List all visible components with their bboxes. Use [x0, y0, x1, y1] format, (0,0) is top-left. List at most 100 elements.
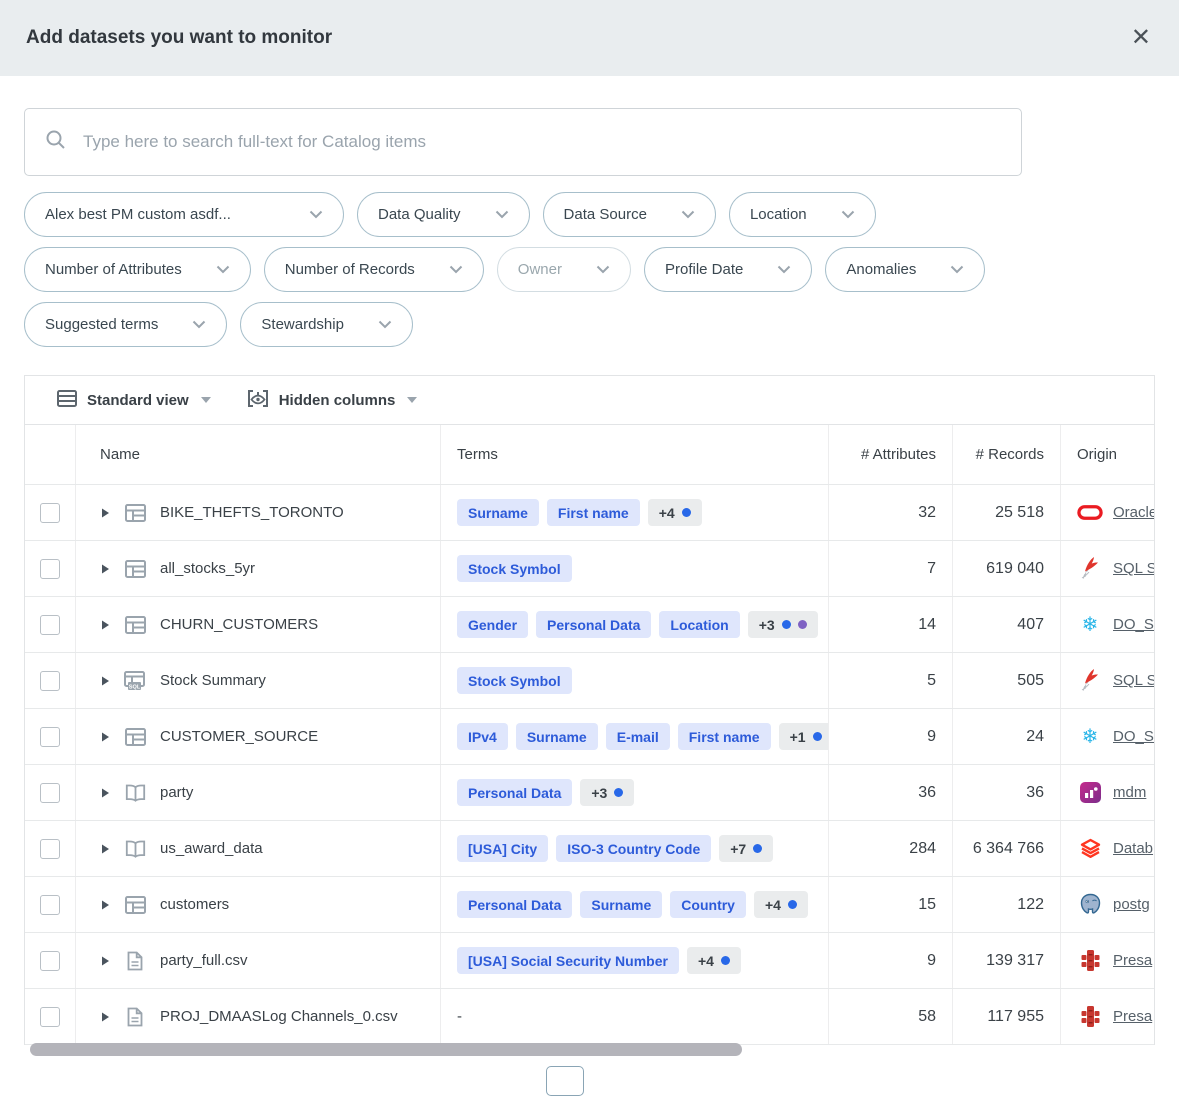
filter-chip[interactable]: Number of Attributes — [24, 247, 251, 292]
column-header-name[interactable]: Name — [76, 425, 441, 484]
origin-link[interactable]: DO_Sn — [1113, 728, 1154, 745]
term-chip[interactable]: Surname — [457, 499, 539, 526]
pagination-button[interactable] — [546, 1066, 584, 1096]
filter-chip[interactable]: Location — [729, 192, 876, 237]
header-checkbox-cell — [25, 425, 76, 484]
term-chip[interactable]: [USA] City — [457, 835, 548, 862]
filter-chip[interactable]: Profile Date — [644, 247, 812, 292]
table-row[interactable]: PROJ_DMAASLog Channels_0.csv - 58 117 95… — [25, 989, 1154, 1045]
expand-row-icon[interactable] — [100, 955, 110, 967]
table-row[interactable]: CUSTOMER_SOURCE IPv4 Surname E-mail First n… — [25, 709, 1154, 765]
filter-chip[interactable]: Stewardship — [240, 302, 413, 347]
term-chip[interactable]: Surname — [580, 891, 662, 918]
table-row[interactable]: us_award_data [USA] City ISO-3 Country Co… — [25, 821, 1154, 877]
search-input[interactable] — [83, 132, 1001, 152]
term-chip[interactable]: E-mail — [606, 723, 670, 750]
dataset-name[interactable]: CUSTOMER_SOURCE — [160, 728, 318, 745]
term-chip[interactable]: Personal Data — [457, 779, 572, 806]
dataset-name[interactable]: all_stocks_5yr — [160, 560, 255, 577]
expand-row-icon[interactable] — [100, 563, 110, 575]
dataset-name[interactable]: BIKE_THEFTS_TORONTO — [160, 504, 344, 521]
view-selector[interactable]: Standard view — [57, 390, 211, 411]
origin-link[interactable]: Datab — [1113, 840, 1153, 857]
term-chip[interactable]: First name — [547, 499, 640, 526]
term-chip[interactable]: First name — [678, 723, 771, 750]
filter-chip[interactable]: Data Quality — [357, 192, 530, 237]
table-row[interactable]: all_stocks_5yr Stock Symbol 7 619 040 SQ… — [25, 541, 1154, 597]
expand-row-icon[interactable] — [100, 1011, 110, 1023]
origin-link[interactable]: postg — [1113, 896, 1150, 913]
term-chip[interactable]: Country — [670, 891, 746, 918]
origin-link[interactable]: Presa — [1113, 1008, 1152, 1025]
filter-chip[interactable]: Number of Records — [264, 247, 484, 292]
row-checkbox[interactable] — [40, 895, 60, 915]
filter-chip[interactable]: Alex best PM custom asdf... — [24, 192, 344, 237]
filter-chip[interactable]: Owner — [497, 247, 631, 292]
dataset-name[interactable]: PROJ_DMAASLog Channels_0.csv — [160, 1008, 398, 1025]
expand-row-icon[interactable] — [100, 731, 110, 743]
column-header-terms[interactable]: Terms — [441, 425, 829, 484]
origin-link[interactable]: Oracle — [1113, 504, 1154, 521]
table-row[interactable]: SQL Stock Summary Stock Symbol 5 505 SQL… — [25, 653, 1154, 709]
filter-chip[interactable]: Suggested terms — [24, 302, 227, 347]
more-terms-chip[interactable]: +7 — [719, 835, 773, 862]
terms-cell: Stock Symbol — [441, 653, 829, 708]
term-chip[interactable]: Personal Data — [536, 611, 651, 638]
dataset-name[interactable]: us_award_data — [160, 840, 263, 857]
row-checkbox[interactable] — [40, 503, 60, 523]
more-terms-chip[interactable]: +3 — [748, 611, 818, 638]
table-row[interactable]: CHURN_CUSTOMERS Gender Personal Data Locat… — [25, 597, 1154, 653]
more-terms-chip[interactable]: +4 — [754, 891, 808, 918]
origin-link[interactable]: SQL S — [1113, 672, 1154, 689]
term-chip[interactable]: Stock Symbol — [457, 555, 572, 582]
origin-link[interactable]: SQL S — [1113, 560, 1154, 577]
row-checkbox[interactable] — [40, 783, 60, 803]
table-row[interactable]: party_full.csv [USA] Social Security Num… — [25, 933, 1154, 989]
expand-row-icon[interactable] — [100, 619, 110, 631]
row-checkbox[interactable] — [40, 615, 60, 635]
column-header-attributes[interactable]: # Attributes — [829, 425, 953, 484]
table-row[interactable]: party Personal Data+3 36 36 mdm — [25, 765, 1154, 821]
dataset-name[interactable]: Stock Summary — [160, 672, 266, 689]
more-terms-chip[interactable]: +1 — [779, 723, 829, 750]
horizontal-scrollbar-thumb[interactable] — [30, 1043, 742, 1056]
more-terms-chip[interactable]: +3 — [580, 779, 634, 806]
filter-chip[interactable]: Anomalies — [825, 247, 985, 292]
term-chip[interactable]: IPv4 — [457, 723, 508, 750]
term-chip[interactable]: Surname — [516, 723, 598, 750]
dataset-name[interactable]: customers — [160, 896, 229, 913]
row-checkbox[interactable] — [40, 839, 60, 859]
row-checkbox[interactable] — [40, 671, 60, 691]
term-chip[interactable]: Personal Data — [457, 891, 572, 918]
column-header-records[interactable]: # Records — [953, 425, 1061, 484]
expand-row-icon[interactable] — [100, 787, 110, 799]
more-terms-chip[interactable]: +4 — [687, 947, 741, 974]
search-box[interactable] — [24, 108, 1022, 176]
row-checkbox[interactable] — [40, 727, 60, 747]
filter-chip[interactable]: Data Source — [543, 192, 716, 237]
dataset-name[interactable]: party — [160, 784, 193, 801]
expand-row-icon[interactable] — [100, 899, 110, 911]
row-checkbox[interactable] — [40, 559, 60, 579]
term-chip[interactable]: Location — [659, 611, 739, 638]
more-terms-chip[interactable]: +4 — [648, 499, 702, 526]
row-checkbox[interactable] — [40, 951, 60, 971]
term-chip[interactable]: ISO-3 Country Code — [556, 835, 711, 862]
origin-link[interactable]: mdm — [1113, 784, 1146, 801]
table-row[interactable]: customers Personal DataSurnameCountry+4 … — [25, 877, 1154, 933]
expand-row-icon[interactable] — [100, 507, 110, 519]
term-chip[interactable]: Gender — [457, 611, 528, 638]
hidden-columns-selector[interactable]: Hidden columns — [247, 389, 418, 412]
row-checkbox[interactable] — [40, 1007, 60, 1027]
origin-link[interactable]: Presa — [1113, 952, 1152, 969]
table-row[interactable]: BIKE_THEFTS_TORONTO SurnameFirst name+4 … — [25, 485, 1154, 541]
expand-row-icon[interactable] — [100, 843, 110, 855]
dataset-name[interactable]: CHURN_CUSTOMERS — [160, 616, 318, 633]
origin-link[interactable]: DO_Sn — [1113, 616, 1154, 633]
term-chip[interactable]: [USA] Social Security Number — [457, 947, 679, 974]
column-header-origin[interactable]: Origin — [1061, 425, 1154, 484]
expand-row-icon[interactable] — [100, 675, 110, 687]
close-icon[interactable]: ✕ — [1131, 26, 1151, 50]
dataset-name[interactable]: party_full.csv — [160, 952, 248, 969]
term-chip[interactable]: Stock Symbol — [457, 667, 572, 694]
